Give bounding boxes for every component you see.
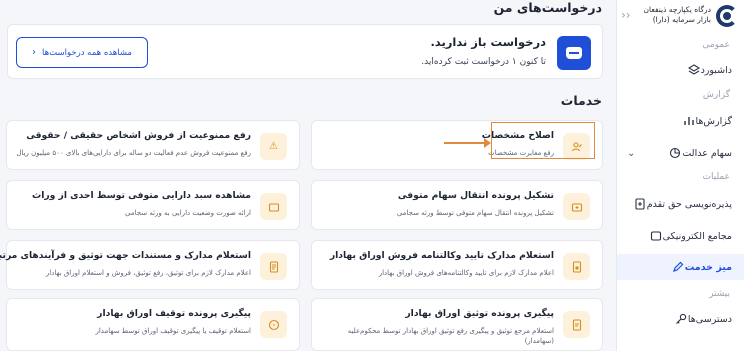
clock-icon [260,311,287,338]
layers-icon [687,63,701,77]
sidebar-item-label: میز خدمت [684,261,732,273]
service-description: رفع ممنوعیت فروش عدم فعالیت دو ساله برای… [16,149,251,157]
service-description: استعلام توقیف یا پیگیری توقیف اوراق توسط… [95,327,251,335]
service-card-documents-inquiry[interactable]: استعلام مدارک و مستندات جهت توثیق و فرآی… [0,240,300,290]
chevron-left-icon: ‹ [32,47,37,58]
section-general: عمومی [702,40,730,50]
chevron-down-icon[interactable]: ⌄ [627,148,635,159]
service-card-power-of-attorney[interactable]: استعلام مدارک تایید وکالتنامه فروش اوراق… [311,240,603,290]
service-title: رفع ممنوعیت از فروش اشخاص حقیقی / حقوقی [26,130,251,141]
sidebar-item-label: دسترسی‌ها [687,313,732,325]
service-description: اعلام مدارک لازم برای توثیق، رفع توثیق، … [45,269,251,277]
section-more: بیشتر [709,289,730,299]
service-title: پیگیری پرونده توثیق اوراق بهادار [405,308,554,319]
service-card-collateral-tracking[interactable]: پیگیری پرونده توثیق اوراق بهادار استعلام… [311,298,603,351]
sidebar-item-label: داشبورد [700,64,732,76]
document-edit-icon [563,311,590,338]
document-plus-icon [633,197,647,211]
folder-icon [563,193,590,220]
sidebar-item-label: سهام عدالت [682,147,732,159]
highlight-box [491,122,595,159]
service-title: استعلام مدارک و مستندات جهت توثیق و فرآی… [0,250,251,261]
brand-logo-icon [716,5,738,27]
requests-card: درخواست باز ندارید. تا کنون ۱ درخواست ثب… [7,24,603,79]
service-description: اعلام مدارک لازم برای تایید وکالتنامه‌ها… [378,269,554,277]
requests-count-text: تا کنون ۱ درخواست ثبت کرده‌اید. [421,57,546,67]
collapse-sidebar-icon[interactable]: ‹‹ [621,8,631,22]
sidebar-item-service-desk[interactable]: میز خدمت [617,254,744,280]
service-card-deceased-portfolio[interactable]: مشاهده سبد دارایی متوفی توسط احدی از ورا… [6,180,300,230]
service-title: تشکیل پرونده انتقال سهام متوفی [397,190,554,201]
service-card-lift-sale-ban[interactable]: ⚠ رفع ممنوعیت از فروش اشخاص حقیقی / حقوق… [6,120,300,170]
pie-chart-icon [668,146,682,160]
service-description: ارائه صورت وضعیت دارایی به ورثه سجامی [125,209,251,217]
monitor-icon [649,229,663,243]
sidebar: درگاه یکپارچه ذینفعان بازار سرمایه (دارا… [616,0,744,351]
requests-status-title: درخواست باز ندارید. [430,35,546,49]
brand[interactable]: درگاه یکپارچه ذینفعان بازار سرمایه (دارا… [620,3,738,31]
main-content: درخواست‌های من درخواست باز ندارید. تا کن… [0,0,616,351]
arrow-head-icon [484,138,491,148]
service-title: استعلام مدارک تایید وکالتنامه فروش اوراق… [329,250,554,261]
sidebar-item-label: پذیره‌نویسی حق تقدم [646,198,732,210]
annotation-arrow [444,142,488,144]
service-card-deceased-transfer[interactable]: تشکیل پرونده انتقال سهام متوفی تشکیل پرو… [311,180,603,230]
service-title: پیگیری پرونده توقیف اوراق بهادار [97,308,251,319]
sidebar-item-subscription[interactable]: پذیره‌نویسی حق تقدم [617,191,744,217]
inbox-icon [557,36,591,70]
warning-icon: ⚠ [260,133,287,160]
document-lock-icon [563,253,590,280]
sidebar-item-assemblies[interactable]: مجامع الکترونیکی [617,223,744,249]
service-description: تشکیل پرونده انتقال سهام متوفی توسط ورثه… [396,209,554,217]
service-title: مشاهده سبد دارایی متوفی توسط احدی از ورا… [31,190,251,201]
sidebar-item-dashboard[interactable]: داشبورد [617,57,744,83]
section-operations: عملیات [702,172,730,182]
service-description: استعلام مرجع توثیق و پیگیری رفع توثیق او… [347,327,554,345]
section-report: گزارش [702,90,730,100]
document-icon [260,253,287,280]
sidebar-item-label: گزارش‌ها [695,115,733,127]
key-icon [674,312,688,326]
view-all-requests-button[interactable]: مشاهده همه درخواست‌ها ‹ [16,37,148,68]
chart-icon [682,114,696,128]
services-heading: خدمات [560,93,602,108]
sidebar-item-justice-shares[interactable]: سهام عدالت ⌄ [617,140,744,166]
pen-icon [671,260,685,274]
sidebar-item-access[interactable]: دسترسی‌ها [617,306,744,332]
folder-icon [260,193,287,220]
my-requests-heading: درخواست‌های من [493,0,602,15]
view-all-requests-label: مشاهده همه درخواست‌ها [42,47,132,58]
service-card-seizure-tracking[interactable]: پیگیری پرونده توقیف اوراق بهادار استعلام… [6,298,300,351]
brand-name: درگاه یکپارچه ذینفعان بازار سرمایه (دارا… [643,5,711,24]
sidebar-item-reports[interactable]: گزارش‌ها [617,108,744,134]
sidebar-item-label: مجامع الکترونیکی [662,230,732,242]
